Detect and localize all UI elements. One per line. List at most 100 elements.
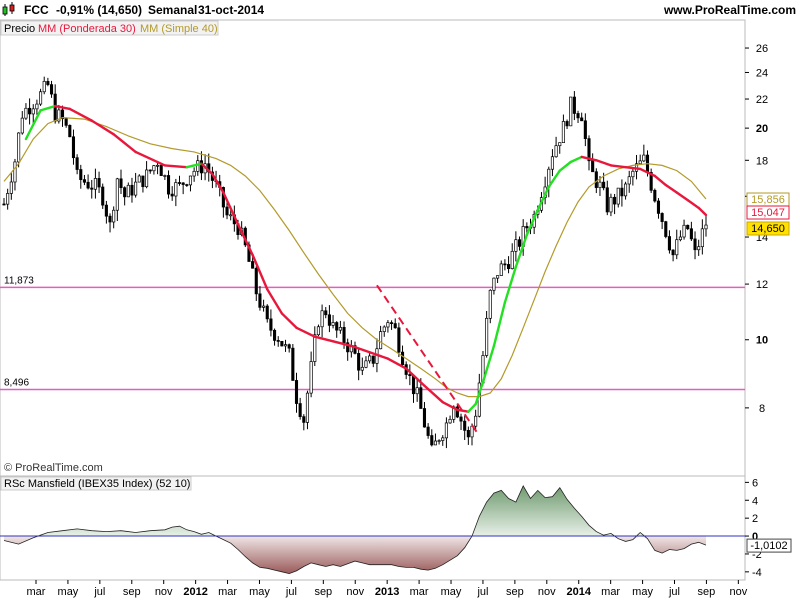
candle-body — [112, 209, 116, 223]
candle-body — [386, 322, 390, 328]
candle-body — [276, 340, 280, 342]
candle-body — [145, 169, 149, 188]
candle-body — [379, 331, 383, 350]
candle-body — [31, 108, 35, 115]
candle-body — [130, 184, 134, 196]
candle-body — [302, 416, 306, 423]
candle-body — [609, 196, 613, 213]
legend-sma: MM (Simple 40) — [140, 23, 218, 35]
candle-body — [90, 187, 94, 190]
candle-body — [437, 440, 441, 442]
candle-body — [294, 380, 299, 404]
candle-body — [664, 221, 668, 237]
y-tick-label: 8 — [759, 403, 765, 415]
x-tick-label: nov — [729, 586, 747, 598]
candle-body — [441, 437, 445, 441]
candle-body — [689, 228, 693, 240]
x-tick-label: mar — [218, 586, 237, 598]
x-tick-label: sep — [123, 586, 141, 598]
candle-body — [166, 175, 171, 195]
candle-body — [148, 169, 152, 172]
candle-body — [466, 430, 470, 438]
x-tick-label: nov — [346, 586, 364, 598]
candle-body — [411, 375, 416, 395]
candle-body — [400, 351, 405, 365]
candle-body — [631, 170, 635, 178]
candle-body — [605, 187, 609, 213]
x-tick-label: nov — [538, 586, 556, 598]
legend-wma: MM (Ponderada 30) — [38, 23, 136, 35]
candle-body — [287, 344, 291, 349]
last-value-label: 14,650 — [751, 223, 785, 235]
y-tick-label: 22 — [756, 94, 768, 106]
x-tick-label: may — [249, 586, 270, 598]
candle-body — [119, 178, 123, 189]
candle-body — [79, 169, 83, 180]
candle-body — [492, 277, 496, 291]
time-axis: mar may jul sep nov 2012 mar may jul sep nov 2013 ma… — [27, 580, 748, 598]
candle-body — [273, 329, 277, 341]
candle-body — [602, 181, 606, 189]
candle-body — [185, 184, 189, 186]
x-tick-label: jul — [93, 586, 105, 598]
candle-body — [93, 178, 97, 190]
support-line-label: 8,496 — [4, 378, 29, 389]
candle-body — [2, 203, 6, 206]
candle-body — [192, 170, 196, 177]
candle-body — [433, 440, 437, 446]
candle-body — [170, 193, 174, 197]
candle-body — [397, 327, 401, 353]
candle-body — [68, 124, 72, 138]
x-tick-label: 2012 — [183, 586, 207, 598]
candle-body — [426, 426, 430, 436]
candle-body — [229, 214, 233, 217]
x-tick-label: jul — [668, 586, 680, 598]
candle-body — [335, 322, 339, 331]
candle-body — [280, 340, 284, 347]
candle-body — [653, 189, 657, 202]
candle-body — [620, 187, 624, 197]
candle-body — [134, 181, 138, 196]
candle-body — [6, 193, 10, 205]
x-tick-label: mar — [410, 586, 429, 598]
site-label: www.ProRealTime.com — [663, 3, 796, 17]
candle-body — [265, 305, 269, 320]
candle-body — [448, 418, 452, 424]
candle-body — [514, 239, 518, 252]
indicator-tick-label: -4 — [752, 567, 762, 579]
candle-body — [86, 181, 90, 189]
candle-body — [474, 415, 478, 427]
candle-body — [17, 132, 21, 163]
symbol-label: FCC — [24, 3, 49, 17]
candle-body — [338, 327, 342, 331]
candle-body — [251, 261, 255, 269]
candle-body — [283, 344, 288, 347]
candle-body — [75, 157, 79, 170]
candle-body — [46, 81, 50, 85]
candle-body — [525, 226, 529, 229]
candle-body — [71, 136, 76, 159]
candle-body — [97, 178, 101, 188]
candle-body — [258, 293, 262, 308]
candle-body — [24, 107, 28, 119]
candle-body — [616, 187, 620, 205]
x-tick-label: jul — [476, 586, 488, 598]
candle-body — [503, 263, 507, 266]
candle-body — [20, 117, 24, 134]
candle-body — [496, 275, 500, 279]
candle-body — [697, 246, 701, 251]
x-tick-label: 2014 — [566, 586, 591, 598]
candle-body — [675, 239, 679, 256]
candle-body — [419, 387, 423, 409]
legend-box: Precio MM (Ponderada 30) MM (Simple 40) — [0, 20, 219, 36]
candle-body — [137, 175, 141, 183]
x-tick-label: may — [58, 586, 79, 598]
x-tick-label: sep — [506, 586, 524, 598]
candle-body — [115, 178, 119, 211]
candle-body — [64, 118, 68, 126]
candle-body — [360, 366, 364, 371]
candle-body — [126, 184, 130, 198]
candle-body — [291, 347, 295, 381]
candle-body — [613, 196, 617, 205]
y-tick-label: 20 — [756, 123, 768, 135]
